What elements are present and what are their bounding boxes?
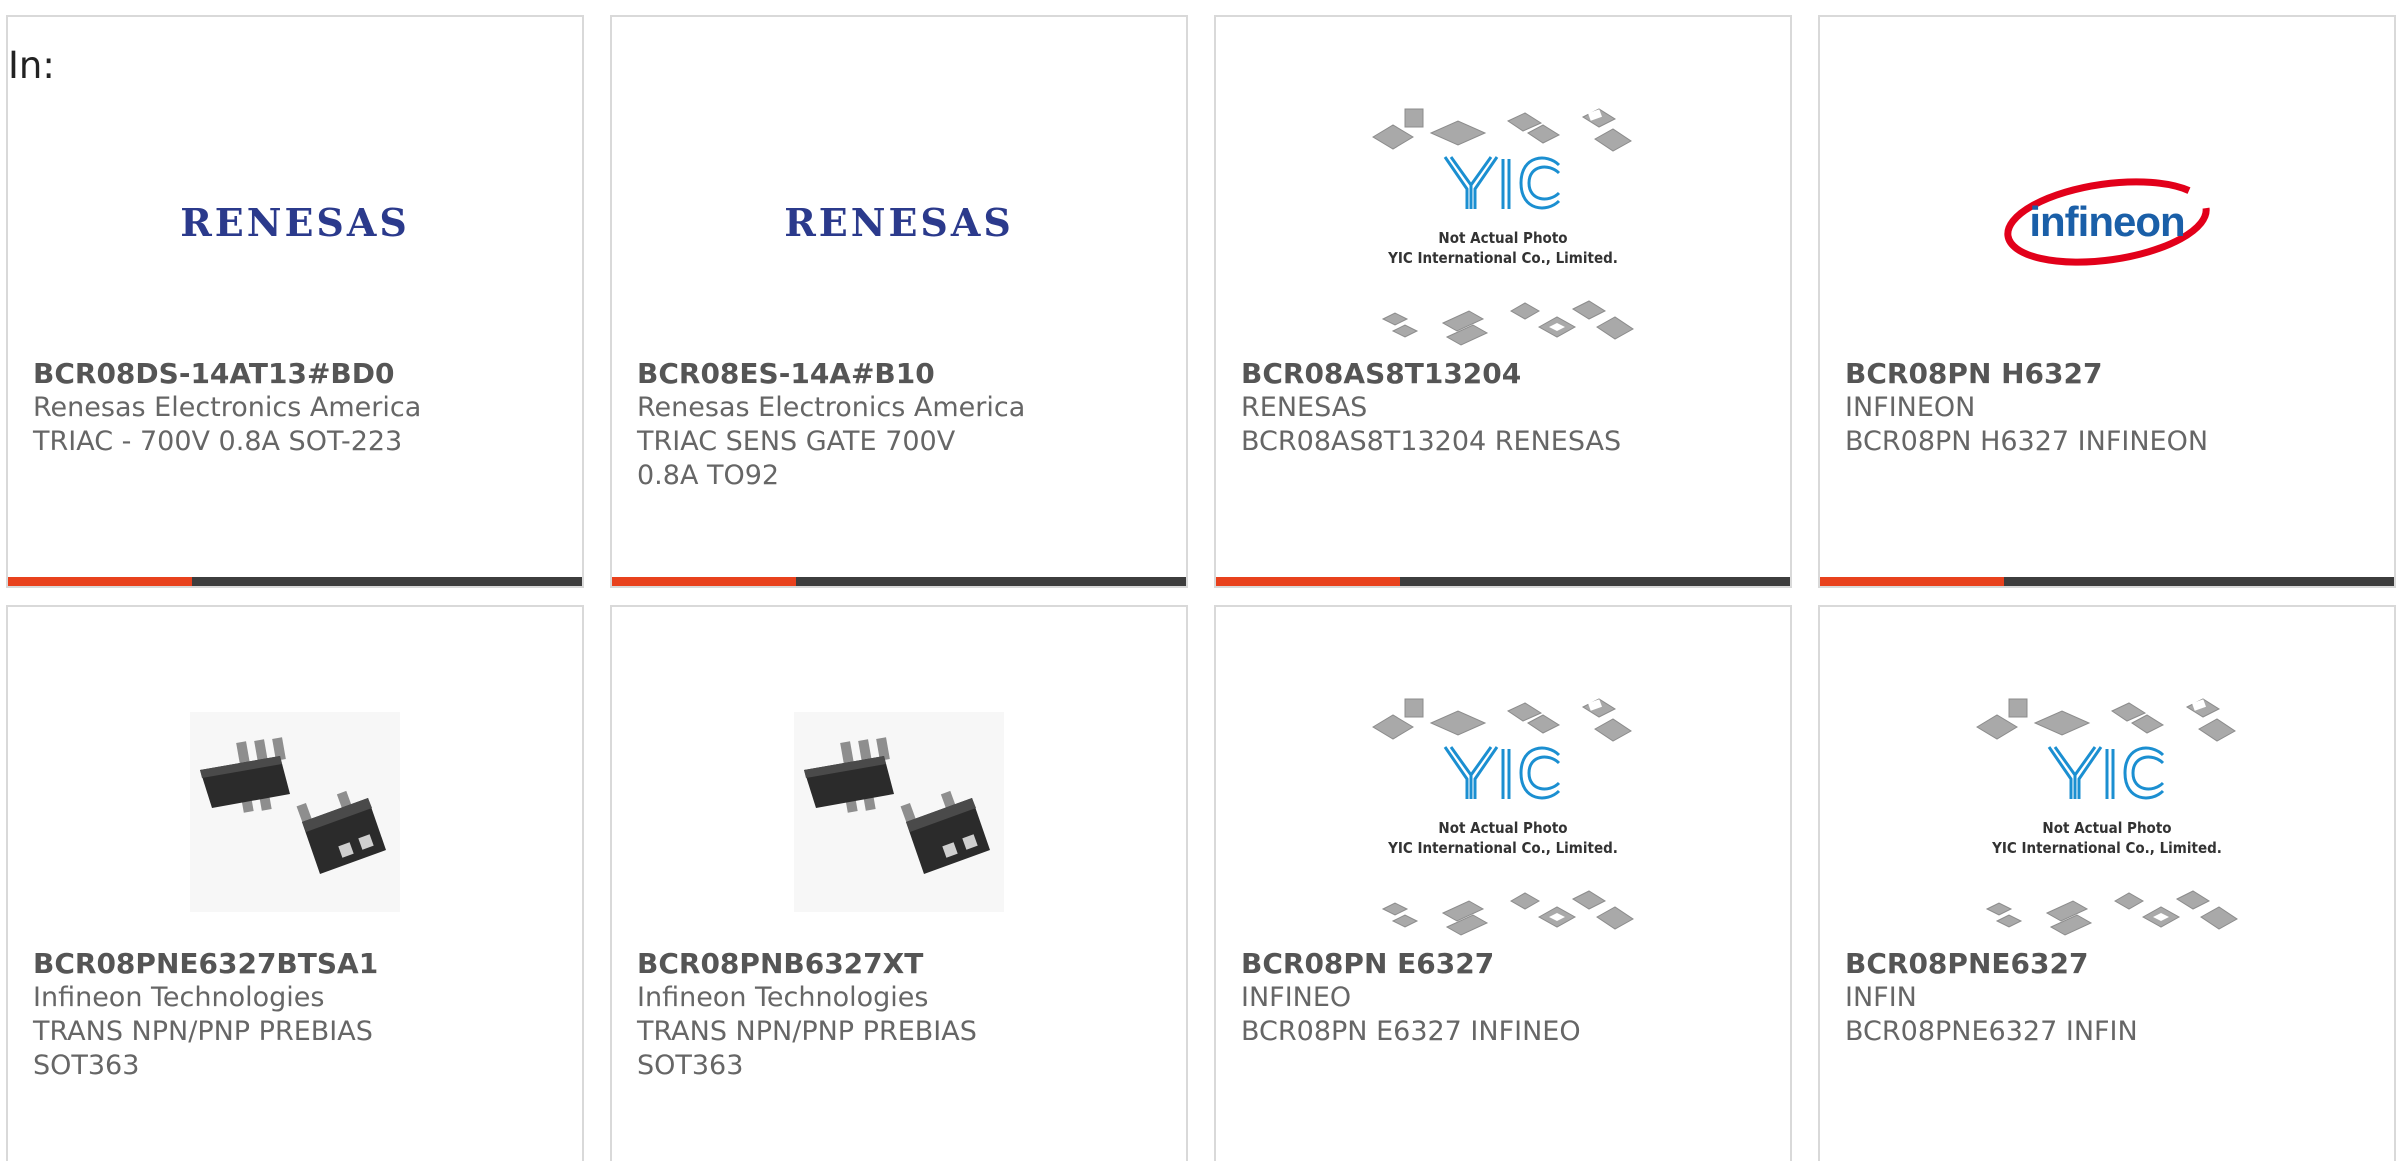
product-description: TRIAC SENS GATE 700V 0.8A TO92 <box>637 426 956 491</box>
manufacturer-name: Renesas Electronics America <box>33 392 422 423</box>
sot363-chip-photo <box>794 712 1004 912</box>
yic-package-icons <box>1372 108 1634 346</box>
product-description: BCR08PNE6327 INFIN <box>1845 1016 2138 1047</box>
yic-company-text: YIC International Co., Limited. <box>1388 249 1618 267</box>
product-info: BCR08AS8T13204 RENESAS BCR08AS8T13204 RE… <box>1241 357 1765 459</box>
yic-package-icons <box>1372 698 1634 936</box>
product-description: BCR08PN H6327 INFINEON <box>1845 426 2209 457</box>
product-image[interactable]: infineon <box>1820 97 2394 347</box>
product-description: BCR08PN E6327 INFINEO <box>1241 1016 1581 1047</box>
infineon-logo: infineon <box>2002 177 2212 267</box>
product-image[interactable] <box>8 687 582 937</box>
card-accent-bar <box>8 577 582 586</box>
manufacturer-name: Renesas Electronics America <box>637 392 1026 423</box>
card-accent-bar <box>612 577 1186 586</box>
product-description: TRANS NPN/PNP PREBIAS SOT363 <box>33 1016 373 1081</box>
card-accent-bar <box>1820 577 2394 586</box>
product-description: TRIAC - 700V 0.8A SOT-223 <box>33 426 403 457</box>
renesas-logo: RENESAS <box>784 199 1014 245</box>
manufacturer-name: INFINEO <box>1241 982 1352 1013</box>
manufacturer-name: Infineon Technologies <box>637 982 929 1013</box>
yic-placeholder-image: Not Actual Photo YIC International Co., L… <box>1967 687 2247 937</box>
part-number-link[interactable]: BCR08PNB6327XT <box>637 947 1161 981</box>
product-info: BCR08PN H6327 INFINEON BCR08PN H6327 INF… <box>1845 357 2369 459</box>
product-card[interactable]: Not Actual Photo YIC International Co., L… <box>1214 605 1792 1161</box>
product-card[interactable]: RENESAS BCR08ES-14A#B10 Renesas Electron… <box>610 15 1188 588</box>
product-image[interactable]: Not Actual Photo YIC International Co., L… <box>1820 687 2394 937</box>
manufacturer-name: Infineon Technologies <box>33 982 325 1013</box>
in-label: In: <box>8 44 55 87</box>
manufacturer-name: INFINEON <box>1845 392 1976 423</box>
product-image[interactable]: Not Actual Photo YIC International Co., L… <box>1216 687 1790 937</box>
yic-company-text: YIC International Co., Limited. <box>1992 839 2222 857</box>
product-card[interactable]: Not Actual Photo YIC International Co., L… <box>1818 605 2396 1161</box>
product-grid-page: In: RENESAS BCR08DS-14AT13#BD0 Renesas E… <box>0 0 2400 1161</box>
yic-placeholder-image: Not Actual Photo YIC International Co., L… <box>1363 687 1643 937</box>
product-image[interactable] <box>612 687 1186 937</box>
product-image[interactable]: RENESAS <box>612 97 1186 347</box>
sot363-chip-photo <box>190 712 400 912</box>
manufacturer-name: RENESAS <box>1241 392 1368 423</box>
part-number-link[interactable]: BCR08DS-14AT13#BD0 <box>33 357 557 391</box>
sot363-package-icon <box>200 737 386 874</box>
yic-package-icons <box>1976 698 2238 936</box>
sot363-package-icon <box>804 737 990 874</box>
part-number-link[interactable]: BCR08PN H6327 <box>1845 357 2369 391</box>
renesas-logo: RENESAS <box>180 199 410 245</box>
not-actual-photo-text: Not Actual Photo <box>1438 229 1568 247</box>
product-info: BCR08PNE6327 INFIN BCR08PNE6327 INFIN <box>1845 947 2369 1049</box>
product-description: TRANS NPN/PNP PREBIAS SOT363 <box>637 1016 977 1081</box>
part-number-link[interactable]: BCR08AS8T13204 <box>1241 357 1765 391</box>
product-info: BCR08PN E6327 INFINEO BCR08PN E6327 INFI… <box>1241 947 1765 1049</box>
product-info: BCR08ES-14A#B10 Renesas Electronics Amer… <box>637 357 1161 493</box>
card-accent-bar <box>1216 577 1790 586</box>
yic-placeholder-image: Not Actual Photo YIC International Co., L… <box>1363 97 1643 347</box>
product-card[interactable]: infineon BCR08PN H6327 INFINEON BCR08PN … <box>1818 15 2396 588</box>
product-card[interactable]: RENESAS BCR08DS-14AT13#BD0 Renesas Elect… <box>6 15 584 588</box>
part-number-link[interactable]: BCR08PNE6327 <box>1845 947 2369 981</box>
product-image[interactable]: RENESAS <box>8 97 582 347</box>
part-number-link[interactable]: BCR08PN E6327 <box>1241 947 1765 981</box>
product-info: BCR08DS-14AT13#BD0 Renesas Electronics A… <box>33 357 557 459</box>
product-card[interactable]: BCR08PNE6327BTSA1 Infineon Technologies … <box>6 605 584 1161</box>
product-card[interactable]: Not Actual Photo YIC International Co., L… <box>1214 15 1792 588</box>
not-actual-photo-text: Not Actual Photo <box>2042 819 2172 837</box>
product-image[interactable]: Not Actual Photo YIC International Co., L… <box>1216 97 1790 347</box>
product-info: BCR08PNE6327BTSA1 Infineon Technologies … <box>33 947 557 1083</box>
infineon-logo-text: infineon <box>2029 198 2185 245</box>
product-description: BCR08AS8T13204 RENESAS <box>1241 426 1622 457</box>
part-number-link[interactable]: BCR08PNE6327BTSA1 <box>33 947 557 981</box>
not-actual-photo-text: Not Actual Photo <box>1438 819 1568 837</box>
manufacturer-name: INFIN <box>1845 982 1917 1013</box>
yic-company-text: YIC International Co., Limited. <box>1388 839 1618 857</box>
part-number-link[interactable]: BCR08ES-14A#B10 <box>637 357 1161 391</box>
product-card[interactable]: BCR08PNB6327XT Infineon Technologies TRA… <box>610 605 1188 1161</box>
product-info: BCR08PNB6327XT Infineon Technologies TRA… <box>637 947 1161 1083</box>
